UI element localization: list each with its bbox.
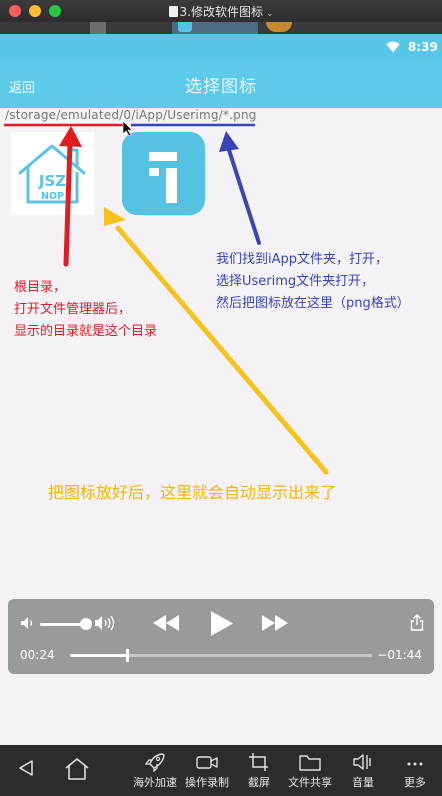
status-time: 8:39 bbox=[408, 40, 438, 54]
rewind-button[interactable] bbox=[153, 615, 180, 631]
wifi-icon bbox=[386, 41, 400, 53]
icon-tile-iapp[interactable] bbox=[122, 132, 205, 215]
house-logo-icon: JSZ NOP bbox=[18, 144, 86, 204]
annotation-blue-line: 然后把图标放在这里（png格式） bbox=[216, 296, 410, 311]
playback-progress-fill bbox=[70, 654, 128, 657]
toolbar-label: 截屏 bbox=[248, 776, 270, 789]
volume-icon bbox=[353, 754, 371, 770]
toolbar-label: 更多 bbox=[404, 776, 426, 789]
remaining-time: −01:44 bbox=[377, 648, 422, 662]
document-icon bbox=[168, 6, 178, 17]
logo-text-bottom: NOP bbox=[41, 191, 64, 202]
toolbar-item-screenshot[interactable]: 截屏 bbox=[242, 752, 276, 790]
background-app-icon bbox=[90, 22, 106, 34]
chevron-down-icon[interactable]: ⌄ bbox=[266, 9, 274, 19]
annotation-blue-line: 选择Userimg文件夹打开， bbox=[216, 274, 375, 289]
toolbar-label: 操作录制 bbox=[185, 776, 229, 789]
logo-text-top: JSZ bbox=[38, 172, 66, 190]
window-title: 3.修改软件图标 bbox=[179, 5, 263, 19]
emulator-toolbar: 海外加速 操作录制 截屏 文件共享 音量 更多 bbox=[0, 745, 442, 796]
iapp-i-icon bbox=[149, 152, 177, 203]
toolbar-label: 海外加速 bbox=[133, 776, 177, 789]
screen: 3.修改软件图标 ⌄ 8:39 返回 选择图标 /storage/emulated… bbox=[0, 0, 442, 796]
playback-scrubber[interactable] bbox=[126, 649, 130, 662]
annotation-blue-line: 我们找到iApp文件夹，打开， bbox=[216, 252, 389, 267]
crop-icon bbox=[249, 753, 268, 771]
annotation-red-line: 根目录， bbox=[14, 280, 67, 295]
icon-tile-jsz[interactable]: JSZ NOP bbox=[11, 132, 94, 215]
annotation-blue: 我们找到iApp文件夹，打开， 选择Userimg文件夹打开， 然后把图标放在这… bbox=[216, 249, 410, 315]
annotation-yellow: 把图标放好后，这里就会自动显示出来了 bbox=[48, 483, 337, 502]
annotation-red-line: 显示的目录就是这个目录 bbox=[14, 324, 158, 339]
toolbar-label: 文件共享 bbox=[288, 776, 332, 789]
toolbar-label: 音量 bbox=[352, 776, 374, 789]
toolbar-item-record[interactable]: 操作录制 bbox=[183, 752, 231, 790]
playback-progress-bar[interactable] bbox=[70, 649, 372, 662]
iapp-icon bbox=[178, 22, 192, 32]
toolbar-item-overseas-accel[interactable]: 海外加速 bbox=[131, 752, 179, 790]
fast-forward-button[interactable] bbox=[262, 615, 289, 631]
window-title-area[interactable]: 3.修改软件图标 ⌄ bbox=[0, 3, 442, 20]
directory-path: /storage/emulated/0/iApp/Userimg/*.png bbox=[5, 108, 257, 122]
toolbar-item-volume[interactable]: 音量 bbox=[348, 752, 378, 790]
app-header: 返回 选择图标 bbox=[0, 60, 442, 108]
volume-slider-knob[interactable] bbox=[80, 618, 92, 630]
play-button[interactable] bbox=[208, 610, 234, 637]
background-app-icon bbox=[266, 22, 292, 32]
background-app-strip bbox=[0, 22, 442, 34]
toolbar-item-more[interactable]: 更多 bbox=[400, 752, 430, 790]
blue-arrow-head bbox=[219, 131, 239, 152]
toolbar-item-file-share[interactable]: 文件共享 bbox=[286, 752, 334, 790]
annotation-red-line: 打开文件管理器后， bbox=[14, 302, 132, 317]
video-camera-icon bbox=[196, 756, 218, 769]
media-player: 00:24 −01:44 bbox=[8, 599, 434, 674]
current-time: 00:24 bbox=[20, 648, 55, 662]
window-titlebar: 3.修改软件图标 ⌄ bbox=[0, 0, 442, 22]
nav-home-icon[interactable] bbox=[64, 758, 90, 780]
blue-arrow-shaft bbox=[227, 148, 261, 245]
status-bar: 8:39 bbox=[0, 34, 442, 60]
volume-high-icon[interactable] bbox=[94, 614, 118, 632]
more-icon bbox=[407, 762, 423, 766]
share-icon[interactable] bbox=[410, 614, 424, 631]
page-title: 选择图标 bbox=[185, 77, 257, 97]
annotation-red: 根目录， 打开文件管理器后， 显示的目录就是这个目录 bbox=[14, 277, 157, 343]
volume-low-icon[interactable] bbox=[20, 616, 36, 630]
folder-icon bbox=[299, 755, 321, 771]
nav-back-icon[interactable] bbox=[17, 759, 35, 777]
rocket-icon bbox=[144, 753, 165, 772]
